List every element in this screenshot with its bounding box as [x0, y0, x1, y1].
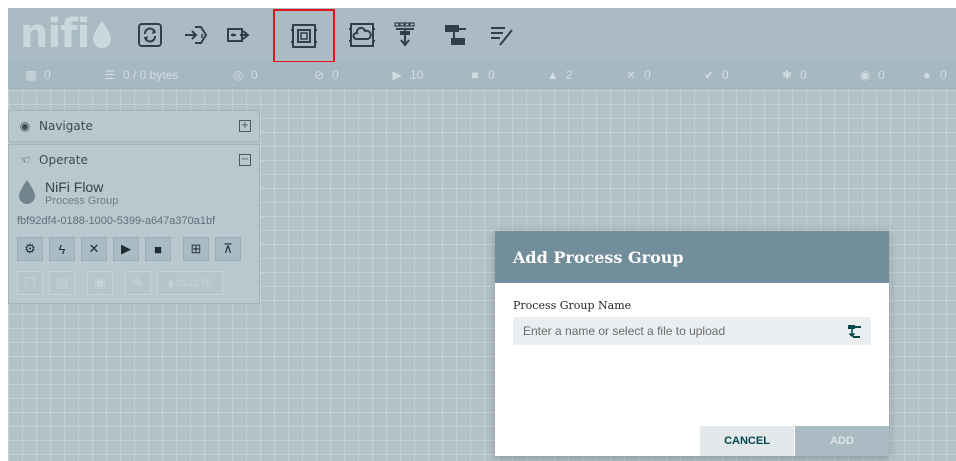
template-icon[interactable]: [438, 18, 472, 52]
play-icon: ▶: [392, 68, 402, 82]
toolbar-header: nifi: [8, 8, 956, 63]
disable-bolt-icon: ✕: [88, 241, 100, 256]
navigate-header[interactable]: ◉ Navigate +: [9, 111, 259, 141]
graph-controls: ◉ Navigate + ☜ Operate − NiFi Flow Proce…: [8, 110, 260, 304]
operate-label: Operate: [39, 153, 88, 167]
stop-icon: ■: [154, 241, 162, 257]
add-process-group-dialog: Add Process Group Process Group Name CAN…: [495, 231, 889, 456]
remote-process-group-icon[interactable]: [345, 18, 379, 52]
active-threads-stat: ▦ 0: [25, 68, 51, 82]
delete-button[interactable]: ▮ DELETE: [157, 271, 223, 295]
brush-icon: ✎: [132, 275, 144, 290]
disabled-stat: ✕ 0: [625, 68, 651, 82]
invalid-stat: ▲ 2: [547, 68, 573, 82]
processor-icon[interactable]: [133, 18, 167, 52]
ban-icon: ⊘: [313, 68, 325, 82]
gear-icon: ⚙: [24, 241, 36, 256]
configure-button[interactable]: ⚙: [17, 237, 43, 261]
locally-modified-stat: ✱ 0: [781, 68, 807, 82]
status-bar: ▦ 0 ☰ 0 / 0 bytes ◎ 0 ⊘ 0 ▶ 10 ■ 0 ▲ 2 ✕ 0 ✔ 0 ✱ 0…: [8, 62, 956, 90]
disable-button[interactable]: ✕: [81, 237, 107, 261]
paste-icon: ▤: [55, 275, 69, 290]
process-group-name-label: Process Group Name: [513, 299, 632, 312]
collapse-icon[interactable]: −: [239, 154, 251, 166]
output-port-icon[interactable]: [223, 18, 257, 52]
disabled-icon: ✕: [625, 68, 637, 82]
check-icon: ✔: [703, 68, 715, 82]
group-button[interactable]: ▣: [87, 271, 113, 295]
warning-icon: ▲: [547, 68, 559, 82]
flow-type: Process Group: [45, 195, 119, 207]
stop-button[interactable]: ■: [145, 237, 171, 261]
not-transmitting-stat: ⊘ 0: [313, 68, 339, 82]
play-icon: ▶: [121, 241, 131, 256]
template-create-icon: ⊞: [190, 241, 202, 256]
create-template-button[interactable]: ⊞: [183, 237, 209, 261]
drop-icon: [93, 21, 112, 48]
hand-pointer-icon: ☜: [19, 153, 31, 167]
nifi-drop-icon: [19, 180, 35, 204]
process-group-icon[interactable]: [273, 9, 335, 63]
bullseye-icon: ◎: [232, 68, 244, 82]
upload-template-icon: ⊼: [223, 241, 233, 256]
sync-failure-icon: ●: [923, 68, 931, 82]
transmitting-stat: ◎ 0: [232, 68, 258, 82]
flow-id: fbf92df4-0188-1000-5399-a647a370a1bf: [17, 215, 216, 227]
up-to-date-stat: ✔ 0: [703, 68, 729, 82]
asterisk-icon: ✱: [781, 68, 793, 82]
queued-stat: ☰ 0 / 0 bytes: [104, 68, 179, 82]
stale-icon: ◉: [859, 68, 871, 82]
stop-icon: ■: [471, 68, 479, 82]
sync-failure-stat: ● 0: [920, 68, 946, 82]
navigate-label: Navigate: [39, 119, 93, 133]
start-button[interactable]: ▶: [113, 237, 139, 261]
dialog-title: Add Process Group: [495, 231, 889, 283]
expand-icon[interactable]: +: [239, 120, 251, 132]
threads-icon: ▦: [25, 68, 37, 82]
stopped-stat: ■ 0: [468, 68, 494, 82]
navigate-pane: ◉ Navigate +: [8, 110, 260, 142]
process-group-name-input[interactable]: [513, 317, 871, 345]
add-button[interactable]: ADD: [795, 426, 889, 456]
upload-file-icon[interactable]: [847, 323, 863, 339]
upload-template-button[interactable]: ⊼: [215, 237, 241, 261]
list-icon: ☰: [104, 68, 116, 82]
cancel-button[interactable]: CANCEL: [700, 426, 794, 456]
bolt-icon: ϟ: [58, 241, 66, 257]
funnel-icon[interactable]: [388, 18, 422, 52]
input-port-icon[interactable]: [178, 18, 212, 52]
copy-button[interactable]: ❐: [17, 271, 43, 295]
trash-icon: ▮: [168, 277, 174, 288]
color-button[interactable]: ✎: [125, 271, 151, 295]
copy-icon: ❐: [24, 275, 36, 290]
operate-pane: ☜ Operate − NiFi Flow Process Group fbf9…: [8, 144, 260, 304]
logo-text: nifi: [20, 11, 90, 57]
compass-icon: ◉: [19, 119, 31, 133]
flow-name: NiFi Flow: [45, 179, 104, 195]
paste-button[interactable]: ▤: [49, 271, 75, 295]
label-icon[interactable]: [484, 18, 518, 52]
stale-stat: ◉ 0: [859, 68, 885, 82]
enable-button[interactable]: ϟ: [49, 237, 75, 261]
nifi-logo: nifi: [20, 12, 113, 56]
group-icon: ▣: [93, 275, 107, 290]
operate-header[interactable]: ☜ Operate −: [9, 145, 259, 175]
running-stat: ▶ 10: [390, 68, 423, 82]
